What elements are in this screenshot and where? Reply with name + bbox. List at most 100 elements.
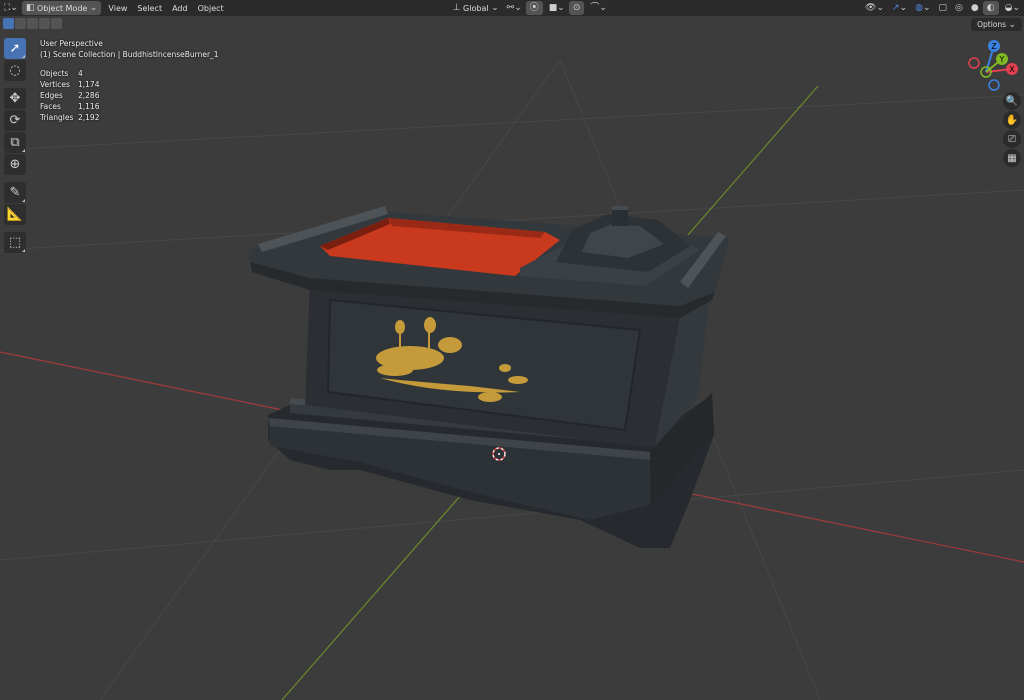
chevron-down-icon: ⌄ (10, 3, 18, 13)
chevron-down-icon: ⌄ (1012, 3, 1020, 13)
rendered-sphere-icon: ◒ (1004, 3, 1013, 13)
3d-viewport[interactable] (0, 0, 1024, 700)
pivot-icon: ⚯ (506, 3, 515, 13)
solid-sphere-icon: ● (970, 3, 979, 13)
editor-type-button[interactable]: ⛶ ⌄ (0, 1, 22, 15)
zoom-button[interactable]: 🔍 (1003, 92, 1021, 110)
scene-statistics: Objects 4 Vertices 1,174 Edges 2,286 Faces 1… (40, 68, 99, 123)
view-name: User Perspective (40, 39, 103, 48)
stat-value: 4 (78, 69, 83, 78)
falloff-dropdown[interactable]: ⌒ ⌄ (586, 1, 611, 15)
selection-mode-buttons (3, 18, 62, 31)
stat-label: Objects (40, 69, 69, 78)
object-mode-icon: ◧ (25, 3, 35, 13)
stat-row: Triangles 2,192 (40, 112, 99, 123)
y-axis-label: Y (999, 55, 1005, 64)
viewport-scene[interactable] (0, 0, 1024, 700)
pan-button[interactable]: ✋ (1003, 111, 1021, 129)
transform-tool[interactable]: ⊕ (4, 154, 26, 175)
options-dropdown[interactable]: Options ⌄ (971, 18, 1022, 31)
rotate-tool[interactable]: ⟳ (4, 110, 26, 131)
neg-x-handle[interactable] (968, 57, 980, 69)
shading-rendered[interactable]: ◒ ⌄ (1001, 1, 1024, 15)
collection-name: (1) Scene Collection | BuddhistIncenseBu… (40, 50, 219, 59)
annotate-icon: ✎ (9, 185, 21, 200)
menu-view[interactable]: View (103, 4, 132, 13)
chevron-down-icon: ⌄ (599, 3, 607, 13)
measure-tool[interactable]: 📐 (4, 204, 26, 225)
chevron-down-icon: ⌄ (557, 3, 565, 13)
stat-value: 1,116 (78, 102, 100, 111)
stat-row: Faces 1,116 (40, 101, 99, 112)
chevron-down-icon: ⌄ (922, 3, 931, 13)
perspective-toggle-button[interactable]: ▦ (1003, 149, 1021, 167)
camera-view-button[interactable]: ⎚ (1003, 130, 1021, 148)
transform-orientation-dropdown[interactable]: ⊥ Global ⌄ (449, 1, 503, 15)
add-cube-icon: ⬚ (8, 235, 22, 250)
navigation-gizmo[interactable]: Z Y X (966, 38, 1022, 94)
xray-icon: ▢ (938, 3, 948, 13)
add-cube-tool[interactable]: ⬚ (4, 232, 26, 253)
stat-label: Faces (40, 102, 61, 111)
material-sphere-icon: ◐ (986, 3, 995, 13)
grid-view-icon: ▦ (1007, 152, 1017, 164)
chevron-down-icon: ⌄ (1008, 19, 1016, 30)
neg-z-handle[interactable] (988, 79, 1000, 91)
chevron-down-icon: ⌄ (899, 3, 908, 13)
stat-value: 1,174 (78, 80, 100, 89)
stat-row: Edges 2,286 (40, 90, 99, 101)
overlays-icon: ◍ (915, 3, 923, 13)
annotate-tool[interactable]: ✎ (4, 182, 26, 203)
chevron-down-icon: ⌄ (491, 3, 499, 13)
move-tool[interactable]: ✥ (4, 88, 26, 109)
select-invert-button[interactable] (39, 18, 50, 29)
visibility-dropdown[interactable]: 👁 ⌄ (861, 1, 888, 15)
chevron-down-icon: ⌄ (89, 3, 98, 13)
select-intersect-button[interactable] (51, 18, 62, 29)
proportional-edit-icon: ⊙ (572, 3, 581, 13)
viewport-header: ⛶ ⌄ ◧ Object Mode ⌄ View Select Add Objec… (0, 0, 1024, 16)
select-box-tool[interactable]: ➚ (4, 38, 26, 59)
orientation-label: Global (463, 3, 489, 13)
zoom-icon: 🔍 (1005, 95, 1019, 107)
snap-icon: ⦿ (529, 3, 539, 13)
eye-icon: 👁 (865, 3, 877, 13)
measure-icon: 📐 (6, 207, 24, 222)
options-label: Options (977, 20, 1007, 29)
pivot-dropdown[interactable]: ⚯ ⌄ (503, 1, 526, 15)
snap-toggle[interactable]: ⦿ (525, 1, 543, 15)
gizmo-toggle[interactable]: ↗ ⌄ (888, 1, 911, 15)
select-new-button[interactable] (3, 18, 14, 29)
select-box-icon: ➚ (9, 41, 21, 56)
rotate-icon: ⟳ (9, 113, 21, 128)
camera-icon: ⎚ (1008, 133, 1016, 145)
z-axis-label: Z (991, 42, 997, 51)
select-subtract-button[interactable] (27, 18, 38, 29)
square-icon: ■ (548, 3, 558, 13)
stat-row: Objects 4 (40, 68, 99, 79)
xray-toggle[interactable]: ▢ (935, 1, 952, 15)
stat-label: Edges (40, 91, 63, 100)
viewport-info: User Perspective (1) Scene Collection | … (40, 38, 219, 60)
shading-solid[interactable]: ● (967, 1, 983, 15)
falloff-curve-icon: ⌒ (590, 3, 600, 13)
select-extend-button[interactable] (15, 18, 26, 29)
menu-add[interactable]: Add (167, 4, 193, 13)
stat-label: Triangles (40, 113, 74, 122)
cursor-icon: ◌ (9, 63, 21, 78)
stat-row: Vertices 1,174 (40, 79, 99, 90)
menu-object[interactable]: Object (193, 4, 229, 13)
proportional-toggle[interactable]: ⊙ (568, 1, 585, 15)
scale-tool[interactable]: ⧉ (4, 132, 26, 153)
overlays-toggle[interactable]: ◍ ⌄ (911, 1, 934, 15)
cursor-tool[interactable]: ◌ (4, 60, 26, 81)
mode-dropdown[interactable]: ◧ Object Mode ⌄ (21, 1, 102, 15)
shading-material[interactable]: ◐ (982, 1, 999, 15)
snap-target-dropdown[interactable]: ■ ⌄ (545, 1, 569, 15)
gizmo-icon: ↗ (892, 3, 900, 13)
menu-select[interactable]: Select (132, 4, 167, 13)
incense-burner-model[interactable] (248, 206, 730, 548)
x-axis-label: X (1009, 65, 1015, 74)
shading-wireframe[interactable]: ◎ (951, 1, 967, 15)
chevron-down-icon: ⌄ (876, 3, 884, 13)
